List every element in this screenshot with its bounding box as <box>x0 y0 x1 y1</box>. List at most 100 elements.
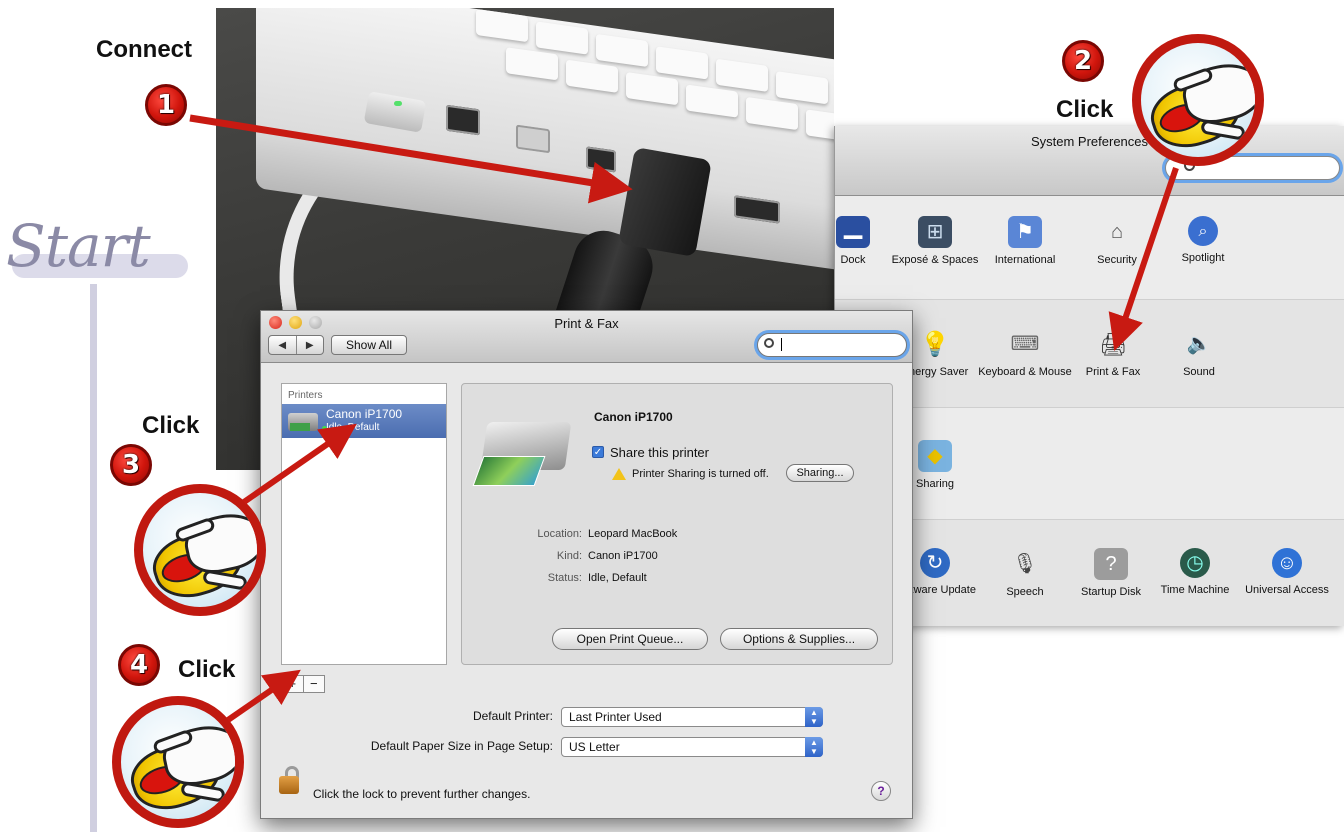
share-printer-checkbox[interactable]: ✓ <box>592 446 604 458</box>
pref-speech[interactable]: 🎙 Speech <box>977 548 1073 599</box>
remove-printer-button[interactable]: − <box>302 676 325 692</box>
warning-icon <box>612 468 626 480</box>
software-update-icon: ↻ <box>920 548 950 578</box>
international-flag-icon: ⚑ <box>1008 216 1042 248</box>
add-remove-buttons: + − <box>281 675 325 693</box>
pref-time-machine[interactable]: ◷ Time Machine <box>1147 548 1243 597</box>
printer-list-item[interactable]: Canon iP1700 Idle, Default <box>282 404 446 438</box>
lightbulb-icon: 💡 <box>920 330 950 358</box>
pref-international[interactable]: ⚑ International <box>977 216 1073 267</box>
sharing-folder-icon: ◆ <box>918 440 952 472</box>
lock-text: Click the lock to prevent further change… <box>313 787 531 801</box>
location-label: Location: <box>537 528 582 540</box>
pref-startup-disk[interactable]: ? Startup Disk <box>1063 548 1159 599</box>
add-printer-button[interactable]: + <box>282 676 303 692</box>
search-input[interactable] <box>757 333 907 357</box>
search-icon <box>764 338 774 348</box>
mouse-click-illustration-3 <box>134 484 266 616</box>
step-2-badge: 2 <box>1062 40 1104 82</box>
open-print-queue-button[interactable]: Open Print Queue... <box>552 628 708 650</box>
kind-label: Kind: <box>556 550 582 562</box>
security-house-icon: ⌂ <box>1110 220 1124 243</box>
start-vertical-line <box>90 284 97 832</box>
step-3-badge: 3 <box>110 444 152 486</box>
pref-expose-spaces[interactable]: ⊞ Exposé & Spaces <box>887 216 983 267</box>
show-all-button[interactable]: Show All <box>331 335 407 355</box>
expose-icon: ⊞ <box>918 216 952 248</box>
options-supplies-button[interactable]: Options & Supplies... <box>720 628 878 650</box>
printer-icon: 🖨 <box>1099 331 1127 357</box>
sharing-warning: Printer Sharing is turned off. <box>632 468 769 480</box>
pref-security[interactable]: ⌂ Security <box>1069 216 1165 267</box>
default-printer-label: Default Printer: <box>472 709 553 723</box>
mouse-click-illustration-4 <box>112 696 244 828</box>
pref-keyboard-mouse[interactable]: ⌨ Keyboard & Mouse <box>977 328 1073 379</box>
microphone-icon: 🎙 <box>1012 552 1038 575</box>
forward-button[interactable]: ▶ <box>295 336 324 354</box>
select-arrows-icon: ▲ ▼ <box>805 707 823 727</box>
system-preferences-titlebar: System Preferences <box>835 126 1344 196</box>
mouse-click-illustration-2 <box>1132 34 1264 166</box>
pref-label: Sound <box>1183 366 1215 378</box>
location-value: Leopard MacBook <box>588 528 678 540</box>
speaker-icon: 🔈 <box>1186 332 1212 355</box>
share-printer-label[interactable]: Share this printer <box>610 445 709 460</box>
pref-label: Print & Fax <box>1085 366 1141 378</box>
pref-spotlight[interactable]: ⌕ Spotlight <box>1155 216 1251 265</box>
universal-access-icon: ☺ <box>1272 548 1302 578</box>
printer-detail-pane: Canon iP1700 ✓ Share this printer Printe… <box>461 383 893 665</box>
detail-printer-name: Canon iP1700 <box>594 410 673 424</box>
printer-list: Printers Canon iP1700 Idle, Default <box>281 383 447 665</box>
default-paper-value: US Letter <box>569 740 620 754</box>
pref-universal-access[interactable]: ☺ Universal Access <box>1239 548 1335 597</box>
printer-large-icon <box>472 416 572 488</box>
magsafe-led <box>394 101 402 106</box>
start-label: Start <box>6 212 151 280</box>
nav-buttons: ◀ ▶ <box>268 335 324 355</box>
printer-name: Canon iP1700 <box>326 407 403 421</box>
ethernet-port <box>446 104 480 136</box>
status-label: Status: <box>547 572 582 584</box>
step-4-badge: 4 <box>118 644 160 686</box>
select-arrows-icon: ▲ ▼ <box>805 737 823 757</box>
step-4-label: Click <box>178 656 236 683</box>
step-2-label: Click <box>1056 96 1114 123</box>
kind-value: Canon iP1700 <box>588 550 658 562</box>
pref-label: Sharing <box>916 478 954 490</box>
pref-label: Time Machine <box>1160 584 1230 596</box>
firewire-port <box>516 124 550 154</box>
printers-header: Printers <box>288 390 323 401</box>
status-value: Idle, Default <box>588 572 647 584</box>
usb-port <box>586 146 616 173</box>
spotlight-icon: ⌕ <box>1188 216 1218 246</box>
back-button[interactable]: ◀ <box>269 336 296 354</box>
print-fax-titlebar: Print & Fax ◀ ▶ Show All <box>261 311 912 363</box>
window-title: System Preferences <box>1030 134 1149 149</box>
step-1-label: Connect <box>96 36 192 63</box>
step-1-badge: 1 <box>145 84 187 126</box>
sharing-button[interactable]: Sharing... <box>786 464 854 482</box>
dock-icon: ▂▂ <box>836 216 870 248</box>
pref-label: Universal Access <box>1245 584 1329 596</box>
pref-label: International <box>994 254 1056 266</box>
printer-icon <box>288 413 318 431</box>
pref-print-fax[interactable]: 🖨 Print & Fax <box>1065 328 1161 379</box>
pref-label: Keyboard & Mouse <box>978 366 1072 378</box>
pref-label: Startup Disk <box>1081 586 1141 598</box>
pref-label: Exposé & Spaces <box>891 254 979 266</box>
pref-label: Spotlight <box>1181 252 1225 264</box>
default-paper-select[interactable]: US Letter ▲ ▼ <box>561 737 823 757</box>
keyboard-mouse-icon: ⌨ <box>1010 332 1040 355</box>
time-machine-icon: ◷ <box>1180 548 1210 578</box>
print-fax-window: Print & Fax ◀ ▶ Show All Printers Canon … <box>260 310 913 819</box>
printer-status: Idle, Default <box>326 422 380 433</box>
default-printer-select[interactable]: Last Printer Used ▲ ▼ <box>561 707 823 727</box>
default-paper-label: Default Paper Size in Page Setup: <box>370 739 553 753</box>
window-title: Print & Fax <box>554 316 619 331</box>
pref-sound[interactable]: 🔈 Sound <box>1151 328 1247 379</box>
pref-label: Security <box>1097 254 1137 266</box>
lock-icon[interactable] <box>279 776 299 794</box>
step-3-label: Click <box>142 412 200 439</box>
help-button[interactable]: ? <box>871 781 891 801</box>
hard-disk-icon: ? <box>1094 548 1128 580</box>
